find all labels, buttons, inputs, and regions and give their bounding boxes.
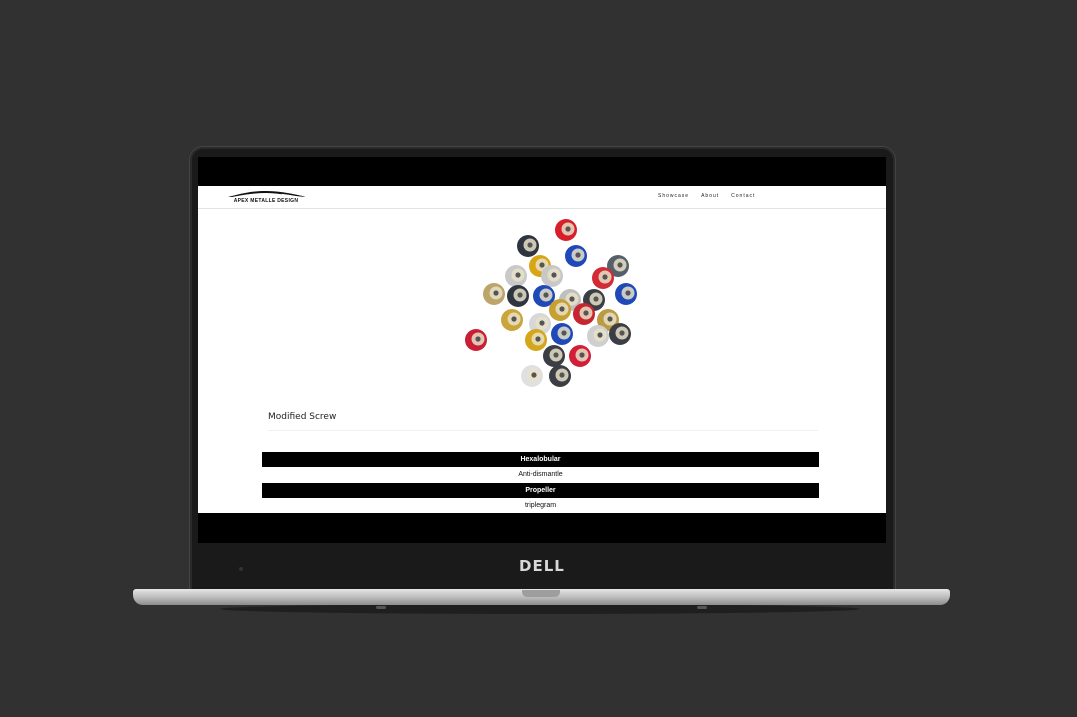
nav-link-contact[interactable]: Contact xyxy=(731,193,755,199)
laptop-foot xyxy=(697,606,707,609)
colorful-screws-image xyxy=(465,219,637,387)
accordion-content: triplegram xyxy=(524,502,557,509)
accordion-content: Anti-dismantle xyxy=(518,471,563,478)
screen-top-bezel xyxy=(198,157,886,186)
nav-menu: Showcase About Contact xyxy=(658,193,755,199)
laptop-screen: APEX METALLE DESIGN Showcase About Conta… xyxy=(198,157,886,543)
screen-bottom-bezel xyxy=(198,513,886,543)
site-navbar: APEX METALLE DESIGN Showcase About Conta… xyxy=(198,186,886,209)
laptop-shadow xyxy=(220,604,860,614)
product-image xyxy=(448,216,648,391)
site-logo[interactable]: APEX METALLE DESIGN xyxy=(226,189,306,205)
divider xyxy=(268,430,818,431)
accordion-header-hexalobular[interactable]: Hexalobular xyxy=(262,452,819,467)
laptop-lid-notch xyxy=(522,590,560,597)
site-logo-text: APEX METALLE DESIGN xyxy=(233,198,299,204)
product-title: Modified Screw xyxy=(268,412,337,422)
accordion-header-propeller[interactable]: Propeller xyxy=(262,483,819,498)
nav-link-showcase[interactable]: Showcase xyxy=(658,193,689,199)
webpage: APEX METALLE DESIGN Showcase About Conta… xyxy=(198,186,886,513)
webcam-light xyxy=(239,567,243,571)
nav-link-about[interactable]: About xyxy=(701,193,719,199)
dell-logo: DELL xyxy=(519,557,565,575)
laptop-foot xyxy=(376,606,386,609)
